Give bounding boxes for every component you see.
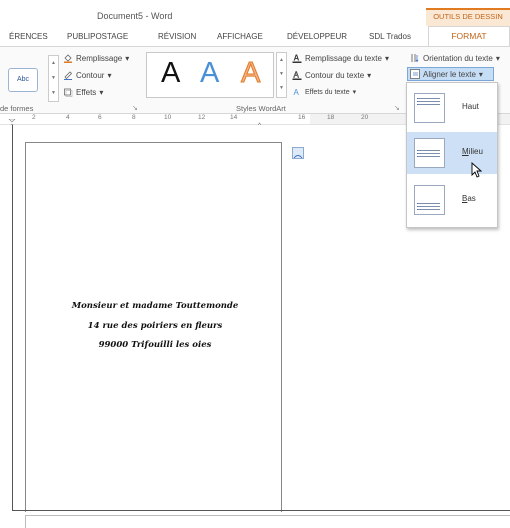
mouse-cursor-icon <box>471 161 483 183</box>
text-outline-label: Contour du texte <box>305 70 365 80</box>
menu-item-label: Haut <box>462 102 479 111</box>
align-text-button[interactable]: Aligner le texte ▾ <box>410 69 483 79</box>
text-box-border <box>25 142 26 512</box>
text-box-border <box>25 142 281 143</box>
menu-item-label: Milieu <box>462 147 483 156</box>
shape-styles-scroll[interactable]: ▲ ▼ ▼ <box>48 55 59 102</box>
align-text-icon <box>410 69 420 79</box>
document-edge <box>12 125 13 510</box>
ruler-number: 20 <box>361 114 369 121</box>
align-top-icon <box>414 93 445 123</box>
effects-icon <box>63 87 73 97</box>
wordart-gallery[interactable]: A A A <box>146 52 274 98</box>
text-effects-label: Effets du texte <box>305 88 350 96</box>
text-fill-label: Remplissage du texte <box>305 53 382 63</box>
chevron-down-icon: ▾ <box>107 70 112 80</box>
svg-text:A: A <box>294 54 300 63</box>
tab-references[interactable]: ÉRENCES <box>9 32 48 41</box>
text-direction-icon <box>410 53 420 63</box>
tab-view[interactable]: AFFICHAGE <box>217 32 263 41</box>
shape-fill-label: Remplissage <box>76 53 123 63</box>
ruler-number: 8 <box>132 114 136 121</box>
window-title: Document5 - Word <box>97 11 173 21</box>
context-tab-drawing-tools: OUTILS DE DESSIN <box>426 8 510 26</box>
wordart-style-orange[interactable]: A <box>240 57 260 90</box>
wordart-style-blue[interactable]: A <box>200 57 219 90</box>
text-box-border[interactable] <box>281 142 282 512</box>
tab-developer[interactable]: DÉVELOPPEUR <box>287 32 347 41</box>
text-outline-icon: A <box>292 70 302 80</box>
text-effects-button[interactable]: A Effets du texte ▾ <box>292 87 357 97</box>
text-orientation-label: Orientation du texte <box>423 53 493 63</box>
text-orientation-button[interactable]: Orientation du texte ▾ <box>410 53 500 63</box>
align-middle-icon <box>414 138 445 168</box>
envelope-address-line[interactable]: 99000 Trifouilli les oies <box>60 340 250 350</box>
menu-item-label: Bas <box>462 194 476 203</box>
align-bottom-icon <box>414 185 445 215</box>
wordart-scroll[interactable]: ▲ ▼ ▼ <box>276 52 287 98</box>
shape-effects-button[interactable]: Effets ▾ <box>63 87 103 97</box>
text-fill-button[interactable]: A Remplissage du texte ▾ <box>292 53 389 63</box>
ruler-number: 18 <box>327 114 335 121</box>
more-icon[interactable]: ▼ <box>49 86 58 101</box>
wordart-style-black[interactable]: A <box>161 57 180 90</box>
more-icon[interactable]: ▼ <box>277 81 286 95</box>
paint-bucket-icon <box>63 53 73 63</box>
menu-item-bottom[interactable]: Bas <box>407 179 497 221</box>
ruler-number: 10 <box>164 114 172 121</box>
ruler-ticks-right: 18 20 <box>317 114 417 124</box>
ruler-number: 2 <box>32 114 36 121</box>
shape-outline-label: Contour <box>76 70 105 80</box>
group-label-shape-styles: de formes <box>0 104 34 113</box>
chevron-down-icon: ▾ <box>99 87 104 97</box>
shape-fill-button[interactable]: Remplissage ▾ <box>63 53 129 63</box>
shape-outline-button[interactable]: Contour ▾ <box>63 70 111 80</box>
ruler-number: 12 <box>198 114 206 121</box>
document-edge <box>12 510 510 511</box>
tab-mailings[interactable]: PUBLIPOSTAGE <box>67 32 128 41</box>
document-next-page <box>25 515 510 528</box>
chevron-down-icon: ▾ <box>478 69 483 79</box>
text-fill-icon: A <box>292 53 302 63</box>
svg-text:A: A <box>294 88 300 97</box>
indent-marker-icon[interactable] <box>256 115 263 128</box>
tab-review[interactable]: RÉVISION <box>158 32 196 41</box>
ruler-number: 4 <box>66 114 70 121</box>
dialog-launcher-icon[interactable]: ↘ <box>394 104 400 112</box>
indent-marker-icon[interactable] <box>8 115 16 128</box>
shape-effects-label: Effets <box>76 87 97 97</box>
pencil-icon <box>63 70 73 80</box>
scroll-up-icon[interactable]: ▲ <box>49 56 58 71</box>
envelope-address-line[interactable]: 14 rue des poiriers en fleurs <box>60 321 250 331</box>
scroll-up-icon[interactable]: ▲ <box>277 53 286 67</box>
tab-format[interactable]: FORMAT <box>428 26 510 46</box>
align-text-label: Aligner le texte <box>423 69 476 79</box>
ruler-ticks: 2 4 6 8 10 12 14 16 <box>32 114 312 124</box>
chevron-down-icon: ▾ <box>367 70 372 80</box>
text-outline-button[interactable]: A Contour du texte ▾ <box>292 70 371 80</box>
scroll-down-icon[interactable]: ▼ <box>277 67 286 81</box>
scroll-down-icon[interactable]: ▼ <box>49 71 58 86</box>
align-text-menu: Haut Milieu Bas <box>406 82 498 228</box>
chevron-down-icon: ▾ <box>125 53 130 63</box>
ruler-number: 16 <box>298 114 306 121</box>
menu-item-middle[interactable]: Milieu <box>407 132 497 174</box>
ruler-number: 14 <box>230 114 238 121</box>
tab-sdl-trados[interactable]: SDL Trados <box>369 32 411 41</box>
svg-text:A: A <box>294 71 300 80</box>
menu-item-top[interactable]: Haut <box>407 87 497 129</box>
shape-style-sample[interactable]: Abc <box>8 68 38 92</box>
chevron-down-icon: ▾ <box>384 53 389 63</box>
ruler-number: 6 <box>98 114 102 121</box>
envelope-address-line[interactable]: Monsieur et madame Touttemonde <box>60 301 250 311</box>
chevron-down-icon: ▾ <box>495 53 500 63</box>
layout-options-icon[interactable] <box>292 147 304 159</box>
group-label-wordart-styles: Styles WordArt <box>236 104 286 113</box>
chevron-down-icon: ▾ <box>352 89 357 96</box>
dialog-launcher-icon[interactable]: ↘ <box>132 104 138 112</box>
text-effects-icon: A <box>292 87 302 97</box>
